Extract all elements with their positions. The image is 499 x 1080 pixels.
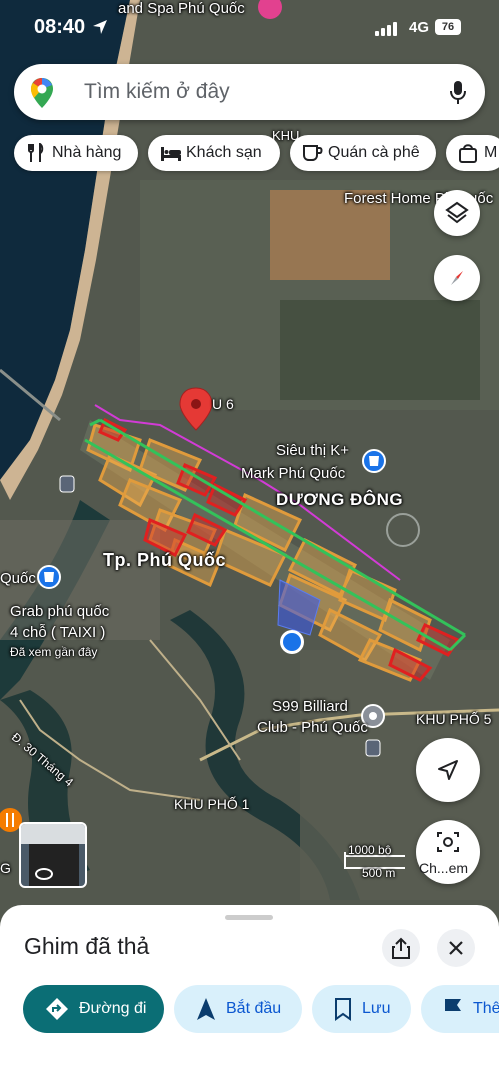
layers-icon [445,201,469,224]
bed-icon [161,147,181,161]
google-maps-logo-icon [31,78,53,108]
share-button[interactable] [382,929,420,967]
navigation-arrow-icon [438,760,458,780]
chip-shopping[interactable]: M [446,135,499,171]
navigation-start-icon [197,998,215,1020]
scale-label-ft: 1000 bộ [348,843,392,857]
close-icon [449,941,463,955]
location-arrow-icon [93,20,107,34]
map-label[interactable]: Club - Phú Quốc [257,719,368,736]
flag-icon [445,999,461,1020]
chip-hotels[interactable]: Khách sạn [148,135,280,171]
label-button[interactable]: Thê [421,985,499,1033]
compass-icon [451,271,463,285]
bottom-sheet[interactable]: Ghim đã thả Đường đi Bắt đầu Lưu Thê [0,905,499,1080]
directions-icon [46,998,68,1020]
street-view-button[interactable]: Ch...em [416,820,480,884]
bookmark-icon [335,998,351,1021]
city-label: Tp. Phú Quốc [103,550,226,570]
directions-button[interactable]: Đường đi [23,985,164,1033]
map-label[interactable]: Grab phú quốc [10,603,109,620]
save-button[interactable]: Lưu [312,985,411,1033]
search-input[interactable]: Tìm kiếm ở đây [84,80,230,104]
fork-knife-icon [28,143,44,162]
rotate-360-icon [35,868,53,880]
battery-icon: 76 [435,19,461,35]
current-location-dot [280,630,304,654]
sheet-title: Ghim đã thả [24,933,150,959]
my-location-button[interactable] [416,738,480,802]
layers-button[interactable] [434,190,480,236]
status-bar: 08:40 4G 76 [0,0,499,56]
share-icon [392,937,410,959]
network-type: 4G [408,19,429,36]
search-bar[interactable]: Tìm kiếm ở đây [14,64,485,120]
compass-button[interactable] [434,255,480,301]
shopping-marker-icon-left[interactable] [37,565,61,589]
camera-scan-icon [437,832,459,852]
shopping-bag-icon [459,144,477,163]
map-label[interactable]: Mark Phú Quốc [241,465,345,482]
district-label: KHU PHỐ 5 [416,711,492,727]
map-label[interactable]: 4 chỗ ( TAIXI ) [10,624,105,641]
district-label: KHU PHỐ 1 [174,796,250,812]
street-view-caption: Ch...em [419,860,469,876]
map-label[interactable]: S99 Billiard [272,698,348,715]
clock: 08:40 [34,16,86,38]
map-label: G [0,860,11,876]
chip-cafes[interactable]: Quán cà phê [290,135,436,171]
map-label: U 6 [212,396,234,412]
close-button[interactable] [437,929,475,967]
map-label: Đã xem gần đây [10,645,98,659]
chip-restaurants[interactable]: Nhà hàng [14,135,138,171]
microphone-icon[interactable] [449,80,467,106]
district-label: DƯƠNG ĐÔNG [276,490,404,509]
map-label[interactable]: Quốc [0,570,36,587]
start-button[interactable]: Bắt đầu [174,985,302,1033]
scale-label-m: 500 m [362,866,396,880]
shopping-marker-icon[interactable] [362,449,386,473]
coffee-cup-icon [303,145,323,161]
street-view-thumbnail[interactable] [19,822,87,888]
map-label[interactable]: Siêu thị K+ [276,442,349,459]
signal-icon [375,20,399,36]
drag-handle[interactable] [225,915,273,920]
